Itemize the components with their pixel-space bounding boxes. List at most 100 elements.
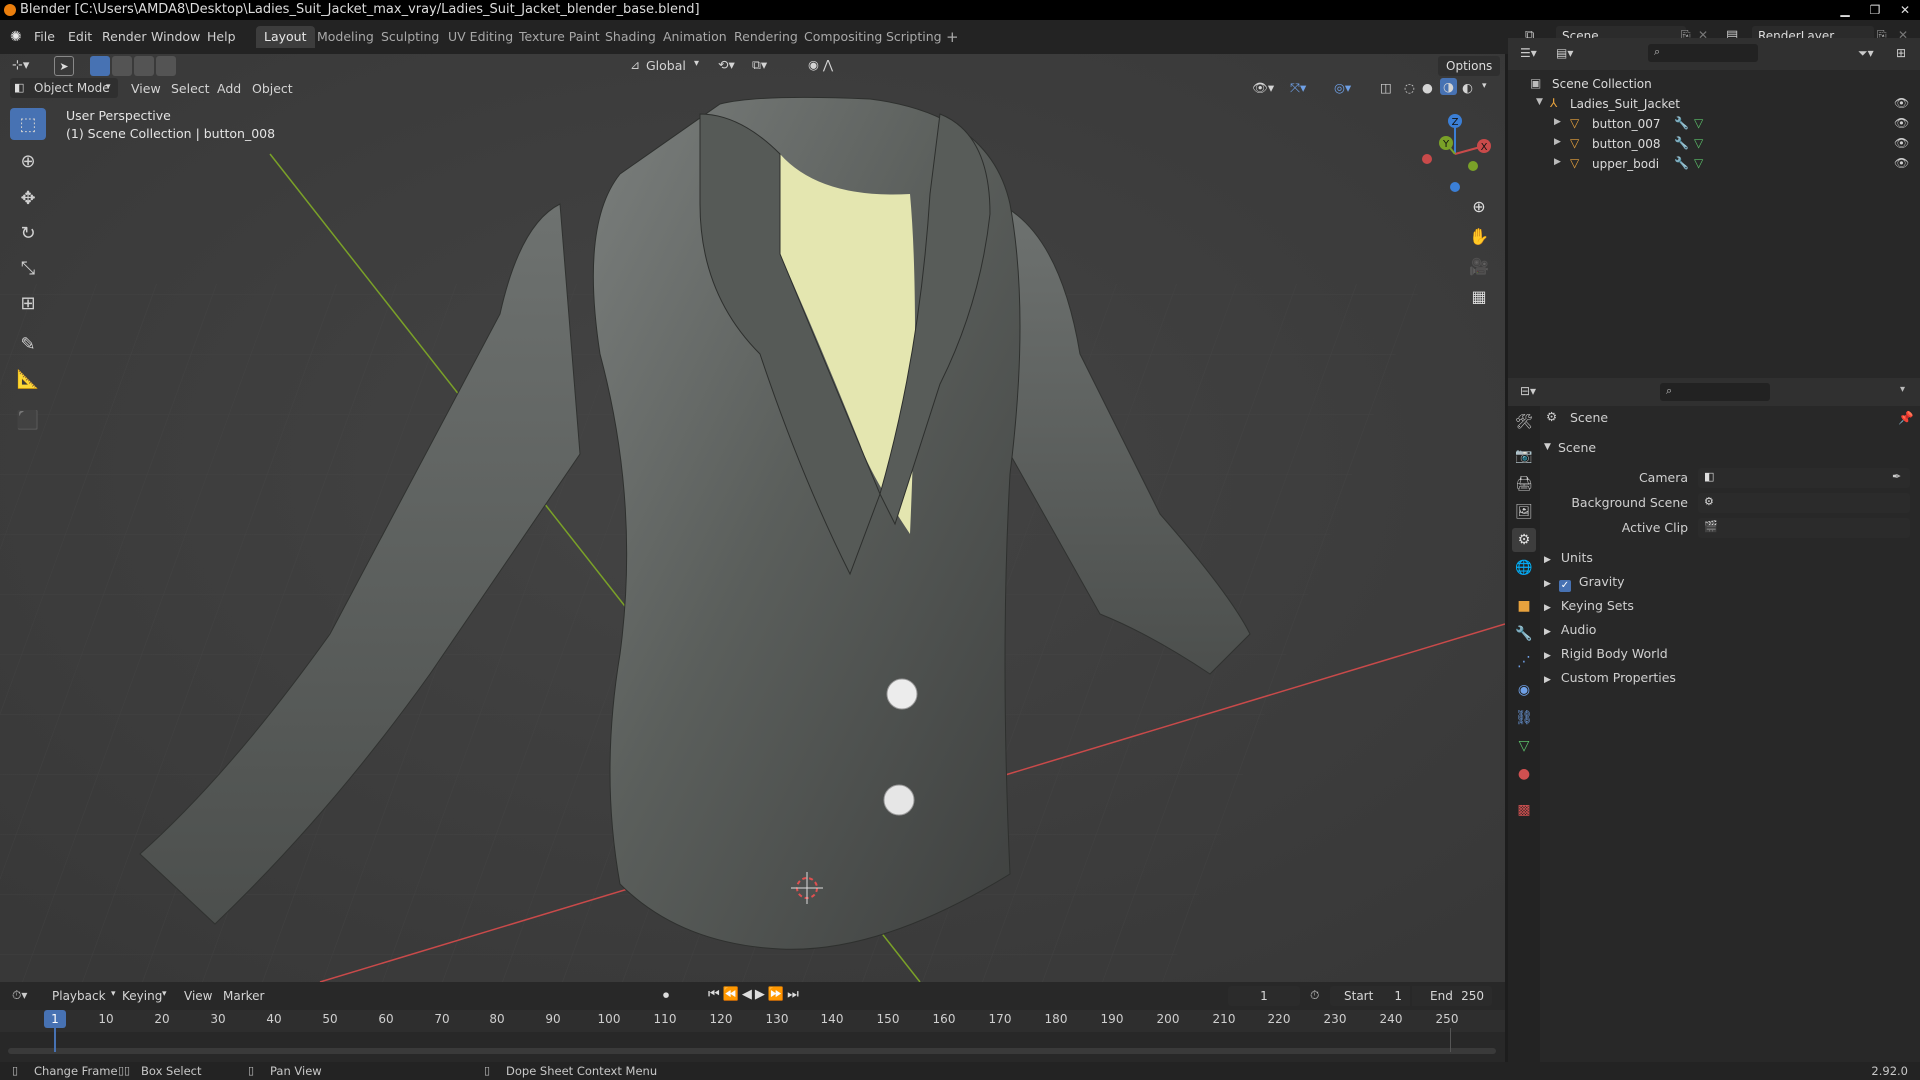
mesh-data-tab-icon[interactable]: ▽ (1512, 734, 1536, 758)
section-audio[interactable]: ▶ Audio (1544, 622, 1910, 637)
ortho-grid-icon[interactable]: ▦ (1465, 282, 1493, 310)
menu-edit[interactable]: Edit (68, 29, 92, 44)
add-workspace-icon[interactable]: + (946, 28, 959, 46)
section-keying-sets[interactable]: ▶ Keying Sets (1544, 598, 1910, 613)
select-invert-icon[interactable] (156, 56, 176, 76)
expand-chevron-icon[interactable]: ▶ (1554, 157, 1561, 167)
outliner-row-collection[interactable]: ▼ ⅄ Ladies_Suit_Jacket 👁 (1508, 94, 1920, 114)
preview-range-icon[interactable]: ⏱ (1310, 988, 1319, 1003)
blender-menu-icon[interactable]: ✺ (10, 29, 22, 45)
viewport-menu-add[interactable]: Add (217, 81, 241, 96)
viewport-menu-view[interactable]: View (131, 81, 161, 96)
solid-shading-icon[interactable]: ● (1422, 80, 1433, 95)
modifier-tab-icon[interactable]: 🔧 (1512, 622, 1536, 646)
mesh-data-icon[interactable]: ▽ (1694, 136, 1703, 150)
editor-type-icon[interactable]: ⊹▾ (12, 58, 29, 73)
select-subtract-icon[interactable] (134, 56, 154, 76)
outliner-search-input[interactable] (1648, 44, 1758, 62)
tab-uv-editing[interactable]: UV Editing (440, 26, 521, 48)
next-keyframe-icon[interactable]: ⏩ (768, 987, 787, 1002)
background-scene-field[interactable]: ⚙ (1698, 493, 1910, 513)
expand-chevron-icon[interactable]: ▼ (1536, 97, 1543, 107)
rendered-shading-icon[interactable]: ◐ (1462, 80, 1473, 95)
transform-orientation-dropdown[interactable]: Global (646, 58, 686, 73)
viewport-menu-select[interactable]: Select (171, 81, 210, 96)
modifier-wrench-icon[interactable]: 🔧 (1674, 136, 1689, 150)
tab-sculpting[interactable]: Sculpting (373, 26, 447, 48)
visibility-eye-icon[interactable]: 👁 (1894, 116, 1909, 130)
eyedropper-icon[interactable]: ✒ (1892, 470, 1901, 483)
3d-viewport[interactable]: User Perspective (1) Scene Collection | … (0, 54, 1505, 982)
shading-options-chevron-icon[interactable]: ▾ (1482, 81, 1487, 91)
rotate-tool[interactable]: ↻ (10, 217, 46, 249)
maximize-button[interactable]: ❐ (1860, 0, 1890, 20)
outliner-row-object[interactable]: ▶ ▽ button_007 🔧 ▽ 👁 (1508, 114, 1920, 134)
xray-toggle-icon[interactable]: ◫ (1380, 80, 1392, 95)
cursor-tool[interactable]: ⊕ (10, 145, 46, 177)
gizmo-toggle-icon[interactable]: ⤧▾ (1290, 80, 1306, 96)
menu-help[interactable]: Help (207, 29, 236, 44)
properties-options-chevron-icon[interactable]: ▾ (1900, 384, 1905, 395)
modifier-wrench-icon[interactable]: 🔧 (1674, 156, 1689, 170)
modifier-wrench-icon[interactable]: 🔧 (1674, 116, 1689, 130)
section-units[interactable]: ▶ Units (1544, 550, 1910, 565)
tab-texture-paint[interactable]: Texture Paint (511, 26, 608, 48)
tool-tab-icon[interactable]: 🛠 (1512, 410, 1536, 434)
select-tool-icon[interactable]: ➤ (54, 56, 74, 76)
render-tab-icon[interactable]: 📷 (1512, 444, 1536, 468)
timeline-menu-keying[interactable]: Keying (122, 989, 162, 1003)
output-tab-icon[interactable]: 🖨 (1512, 472, 1536, 496)
minimize-button[interactable]: ▁ (1830, 0, 1860, 20)
pivot-point-icon[interactable]: ⟲▾ (718, 57, 735, 72)
gravity-checkbox[interactable]: ✓ (1558, 580, 1571, 592)
wireframe-shading-icon[interactable]: ◌ (1404, 80, 1415, 95)
move-tool[interactable]: ✥ (10, 182, 46, 214)
scale-tool[interactable]: ⤡ (10, 252, 46, 284)
view-layer-tab-icon[interactable]: 🖼 (1512, 500, 1536, 524)
pan-hand-icon[interactable]: ✋ (1465, 222, 1493, 250)
play-reverse-icon[interactable]: ◀ (742, 987, 755, 1002)
menu-window[interactable]: Window (151, 29, 200, 44)
scene-tab-icon[interactable]: ⚙ (1512, 528, 1536, 552)
proportional-editing-icon[interactable]: ◉ ⋀ (808, 57, 833, 72)
current-frame-field[interactable]: 1 (1228, 986, 1300, 1006)
viewport-menu-object[interactable]: Object (252, 81, 293, 96)
world-tab-icon[interactable]: 🌐 (1512, 556, 1536, 580)
outliner-editor-type-icon[interactable]: ☰▾ (1520, 46, 1537, 60)
mesh-data-icon[interactable]: ▽ (1694, 116, 1703, 130)
active-clip-field[interactable]: 🎬 (1698, 518, 1910, 538)
tab-compositing[interactable]: Compositing (796, 26, 890, 48)
visibility-eye-icon[interactable]: 👁 (1894, 156, 1909, 170)
new-collection-icon[interactable]: ⊞ (1896, 46, 1906, 60)
options-dropdown[interactable]: Options (1438, 56, 1501, 76)
properties-search-input[interactable] (1660, 383, 1770, 401)
select-extend-icon[interactable] (112, 56, 132, 76)
particles-tab-icon[interactable]: ⋰ (1512, 650, 1536, 674)
timeline-scrollbar[interactable] (8, 1048, 1496, 1054)
scene-panel-title[interactable]: Scene (1558, 440, 1596, 455)
object-tab-icon[interactable]: ■ (1512, 594, 1536, 618)
filter-icon[interactable]: ⏷▾ (1858, 46, 1874, 61)
start-frame-field[interactable]: Start 1 (1330, 986, 1410, 1006)
timeline-menu-view[interactable]: View (184, 989, 212, 1003)
expand-chevron-icon[interactable]: ▶ (1554, 137, 1561, 147)
timeline-menu-marker[interactable]: Marker (223, 989, 264, 1003)
prev-keyframe-icon[interactable]: ⏪ (723, 987, 742, 1002)
annotate-tool[interactable]: ✎ (10, 328, 46, 360)
camera-field[interactable]: ◧ ✒ (1698, 468, 1910, 488)
tab-rendering[interactable]: Rendering (726, 26, 806, 48)
menu-render[interactable]: Render (102, 29, 147, 44)
tab-animation[interactable]: Animation (655, 26, 735, 48)
tab-modeling[interactable]: Modeling (309, 26, 382, 48)
section-rigid-body-world[interactable]: ▶ Rigid Body World (1544, 646, 1910, 661)
snap-icon[interactable]: ⧉▾ (752, 57, 767, 73)
expand-chevron-icon[interactable]: ▶ (1554, 117, 1561, 127)
tab-scripting[interactable]: Scripting (878, 26, 950, 48)
jump-end-icon[interactable]: ⏭ (787, 987, 802, 1002)
timeline-menu-playback[interactable]: Playback (52, 989, 106, 1003)
display-mode-icon[interactable]: ▤▾ (1556, 46, 1573, 60)
texture-tab-icon[interactable]: ▩ (1512, 798, 1536, 822)
physics-tab-icon[interactable]: ◉ (1512, 678, 1536, 702)
play-icon[interactable]: ▶ (755, 987, 768, 1002)
constraints-tab-icon[interactable]: ⛓ (1512, 706, 1536, 730)
